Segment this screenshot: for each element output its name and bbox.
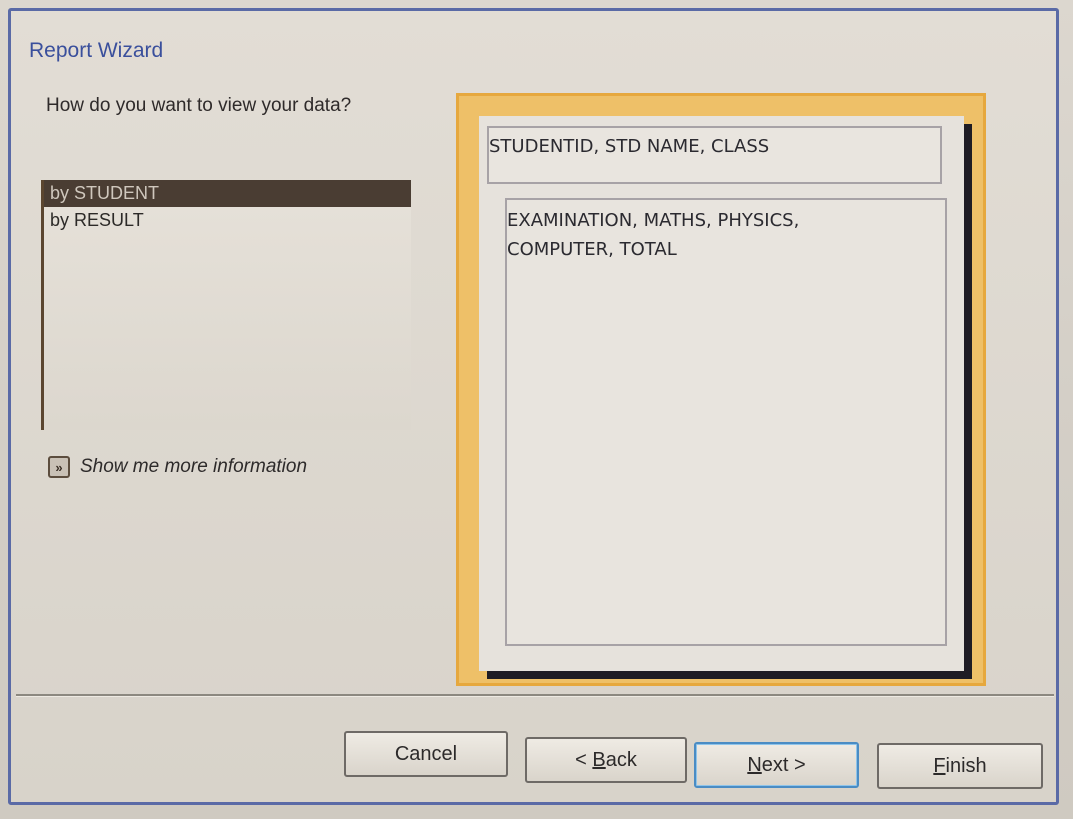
preview-detail-fields-line2: COMPUTER, TOTAL	[507, 239, 677, 260]
button-separator	[16, 694, 1054, 697]
report-preview-page: STUDENTID, STD NAME, CLASS EXAMINATION, …	[479, 116, 964, 671]
back-button-rest: ack	[605, 748, 637, 771]
finish-button-mnemonic: F	[933, 754, 946, 777]
show-more-info-link[interactable]: » Show me more information	[48, 456, 307, 478]
list-item-by-student[interactable]: by STUDENT	[44, 180, 411, 207]
show-more-info-label[interactable]: Show me more information	[80, 456, 307, 478]
view-question: How do you want to view your data?	[46, 95, 352, 116]
next-button[interactable]: Next >	[694, 742, 859, 788]
preview-detail-section: EXAMINATION, MATHS, PHYSICS, COMPUTER, T…	[505, 198, 947, 646]
next-button-mnemonic: N	[747, 753, 762, 776]
list-item-by-result[interactable]: by RESULT	[44, 207, 411, 234]
preview-header-section: STUDENTID, STD NAME, CLASS	[487, 126, 942, 184]
finish-button[interactable]: Finish	[877, 743, 1043, 789]
expand-arrows-icon[interactable]: »	[48, 456, 70, 478]
dialog-title: Report Wizard	[29, 39, 164, 62]
cancel-button-label: Cancel	[394, 742, 458, 765]
screen: Report Wizard How do you want to view yo…	[0, 0, 1073, 819]
preview-detail-fields-line1: EXAMINATION, MATHS, PHYSICS,	[507, 210, 800, 231]
finish-button-rest: inish	[945, 754, 987, 777]
report-preview-frame: STUDENTID, STD NAME, CLASS EXAMINATION, …	[456, 93, 986, 686]
view-options-list[interactable]: by STUDENT by RESULT	[41, 180, 411, 430]
back-button-mnemonic: B	[592, 748, 606, 771]
back-button[interactable]: < Back	[525, 737, 687, 783]
cancel-button[interactable]: Cancel	[344, 731, 508, 777]
back-button-prefix: <	[575, 748, 593, 771]
preview-header-fields: STUDENTID, STD NAME, CLASS	[489, 136, 770, 157]
next-button-rest: ext >	[761, 753, 806, 776]
